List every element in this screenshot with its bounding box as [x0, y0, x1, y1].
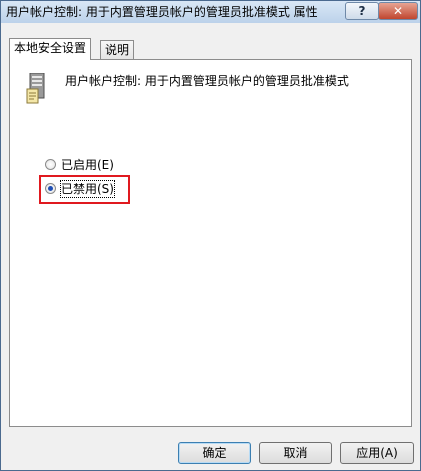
disabled-label[interactable]: 已禁用(S) [60, 180, 115, 198]
tab-panel: 用户帐户控制: 用于内置管理员帐户的管理员批准模式 已启用(E) 已禁用(S) [9, 59, 412, 427]
window-title: 用户帐户控制: 用于内置管理员帐户的管理员批准模式 属性 [6, 5, 318, 19]
help-button[interactable]: ? [345, 2, 379, 20]
enabled-radio[interactable] [45, 159, 56, 170]
cancel-button[interactable]: 取消 [259, 442, 332, 464]
tab-explain[interactable]: 说明 [100, 40, 135, 60]
server-policy-icon [26, 73, 45, 104]
policy-title: 用户帐户控制: 用于内置管理员帐户的管理员批准模式 [65, 74, 349, 88]
close-button[interactable]: ✕ [378, 2, 418, 20]
disabled-radio[interactable] [45, 183, 56, 194]
ok-button[interactable]: 确定 [178, 442, 251, 464]
apply-button[interactable]: 应用(A) [340, 442, 414, 464]
title-bar[interactable]: 用户帐户控制: 用于内置管理员帐户的管理员批准模式 属性 ? ✕ [1, 1, 420, 23]
properties-dialog: 用户帐户控制: 用于内置管理员帐户的管理员批准模式 属性 ? ✕ 本地安全设置 … [0, 0, 421, 471]
dialog-client-area: 本地安全设置 说明 用户帐户控制: 用于内置管理员帐户的管理员批准模式 已启用(… [1, 23, 420, 470]
tab-local-security-setting[interactable]: 本地安全设置 [9, 38, 92, 60]
enabled-label[interactable]: 已启用(E) [61, 157, 114, 173]
